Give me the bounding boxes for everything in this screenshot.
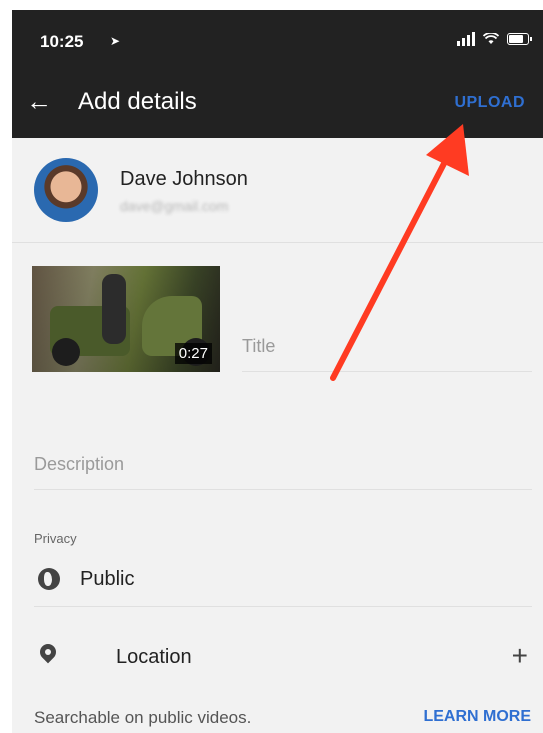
status-icons bbox=[457, 32, 532, 46]
signal-icon bbox=[457, 32, 475, 46]
account-name: Dave Johnson bbox=[120, 168, 248, 190]
avatar bbox=[34, 158, 98, 222]
account-divider bbox=[12, 242, 543, 243]
description-input[interactable]: Description bbox=[34, 454, 124, 475]
status-time: 10:25 bbox=[40, 32, 84, 51]
add-location-icon[interactable]: + bbox=[512, 640, 528, 672]
app-header: 10:25 ➤ ← Add details UPLOAD bbox=[12, 10, 543, 138]
account-row: Dave Johnson dave@gmail.com bbox=[12, 138, 543, 242]
phone-screen: 10:25 ➤ ← Add details UPLOAD Dave Johnso… bbox=[12, 10, 543, 733]
privacy-select[interactable]: Public bbox=[34, 564, 532, 600]
wifi-icon bbox=[483, 33, 499, 44]
title-input[interactable]: Title bbox=[242, 336, 532, 357]
location-pin-icon bbox=[36, 640, 60, 664]
screenshot-frame: 10:25 ➤ ← Add details UPLOAD Dave Johnso… bbox=[0, 0, 543, 733]
back-button[interactable]: ← bbox=[26, 88, 52, 114]
privacy-value: Public bbox=[80, 568, 135, 590]
location-row[interactable]: Location + bbox=[34, 640, 532, 676]
privacy-underline bbox=[34, 606, 532, 607]
title-underline bbox=[242, 371, 532, 372]
searchable-note: Searchable on public videos. bbox=[34, 708, 252, 727]
page-title: Add details bbox=[78, 88, 197, 115]
account-email: dave@gmail.com bbox=[120, 198, 229, 214]
location-arrow-icon: ➤ bbox=[110, 34, 121, 48]
upload-button[interactable]: UPLOAD bbox=[454, 94, 525, 112]
location-label: Location bbox=[116, 646, 192, 668]
learn-more-link[interactable]: LEARN MORE bbox=[423, 708, 531, 726]
privacy-label: Privacy bbox=[34, 531, 77, 546]
globe-icon bbox=[38, 568, 60, 590]
video-duration: 0:27 bbox=[174, 343, 212, 364]
video-thumbnail: 0:27 bbox=[32, 266, 220, 372]
battery-icon bbox=[507, 33, 532, 45]
description-underline bbox=[34, 489, 532, 490]
